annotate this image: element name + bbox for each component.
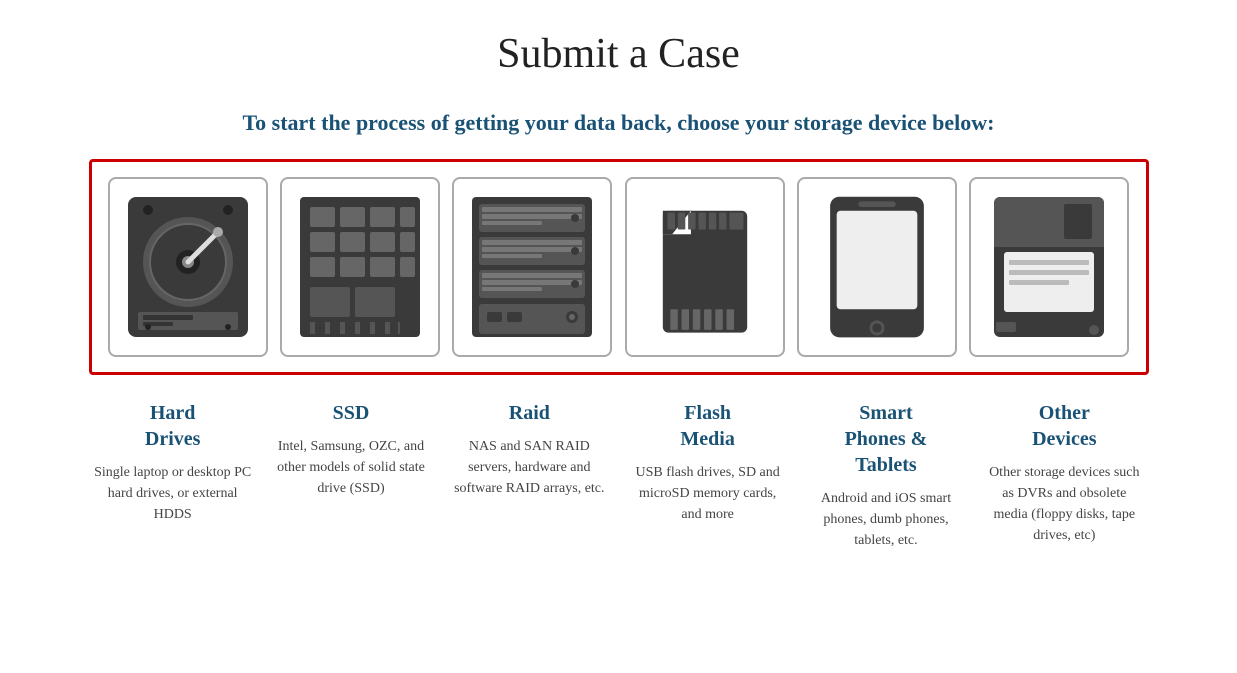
other-devices-col: OtherDevices Other storage devices such …: [984, 400, 1144, 546]
smart-phones-col: SmartPhones &Tablets Android and iOS sma…: [806, 400, 966, 551]
other-devices-label: OtherDevices: [984, 400, 1144, 452]
smartphone-icon-button[interactable]: [797, 177, 957, 357]
ssd-desc: Intel, Samsung, OZC, and other models of…: [271, 436, 431, 499]
labels-row: HardDrives Single laptop or desktop PC h…: [89, 400, 1149, 551]
ssd-col: SSD Intel, Samsung, OZC, and other model…: [271, 400, 431, 499]
ssd-label: SSD: [271, 400, 431, 426]
flash-media-icon-button[interactable]: [625, 177, 785, 357]
devices-icon-row: [89, 159, 1149, 375]
raid-label: Raid: [449, 400, 609, 426]
smart-phones-desc: Android and iOS smart phones, dumb phone…: [806, 488, 966, 551]
subtitle: To start the process of getting your dat…: [89, 108, 1149, 139]
raid-desc: NAS and SAN RAID servers, hardware and s…: [449, 436, 609, 499]
raid-col: Raid NAS and SAN RAID servers, hardware …: [449, 400, 609, 499]
flash-media-label: FlashMedia: [628, 400, 788, 452]
flash-media-col: FlashMedia USB flash drives, SD and micr…: [628, 400, 788, 525]
smart-phones-label: SmartPhones &Tablets: [806, 400, 966, 478]
hard-drives-desc: Single laptop or desktop PC hard drives,…: [93, 462, 253, 525]
flash-media-desc: USB flash drives, SD and microSD memory …: [628, 462, 788, 525]
raid-icon-button[interactable]: [452, 177, 612, 357]
hard-drive-icon-button[interactable]: [108, 177, 268, 357]
hard-drives-label: HardDrives: [93, 400, 253, 452]
page-title: Submit a Case: [89, 30, 1149, 78]
ssd-icon-button[interactable]: [280, 177, 440, 357]
other-devices-desc: Other storage devices such as DVRs and o…: [984, 462, 1144, 546]
page-wrapper: Submit a Case To start the process of ge…: [69, 0, 1169, 571]
other-devices-icon-button[interactable]: [969, 177, 1129, 357]
hard-drives-col: HardDrives Single laptop or desktop PC h…: [93, 400, 253, 525]
